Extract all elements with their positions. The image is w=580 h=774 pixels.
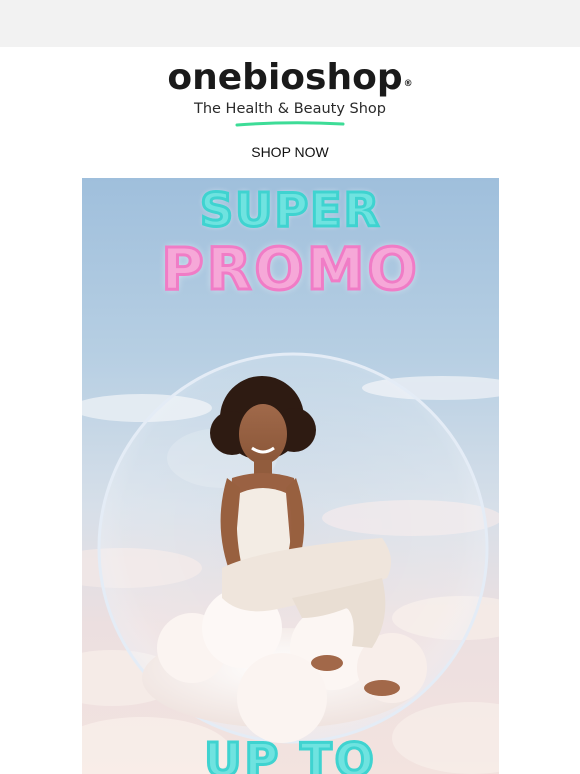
registered-mark: ® <box>403 79 413 89</box>
brand-tagline: The Health & Beauty Shop <box>193 101 386 117</box>
promo-headline-up-to: UP TO <box>203 732 377 774</box>
promo-headline-promo: PROMO <box>160 234 420 305</box>
brand-logo[interactable]: onebioshop® The Health & Beauty Shop <box>0 57 580 128</box>
brand-name: onebioshop <box>167 57 403 98</box>
email-body: onebioshop® The Health & Beauty Shop SHO… <box>0 47 580 774</box>
hero-banner[interactable]: SUPER PROMO UP TO <box>82 178 499 774</box>
brand-underline-swoosh <box>235 121 345 127</box>
promo-headline-super: SUPER <box>198 182 382 239</box>
shop-now-link[interactable]: SHOP NOW <box>0 144 580 160</box>
